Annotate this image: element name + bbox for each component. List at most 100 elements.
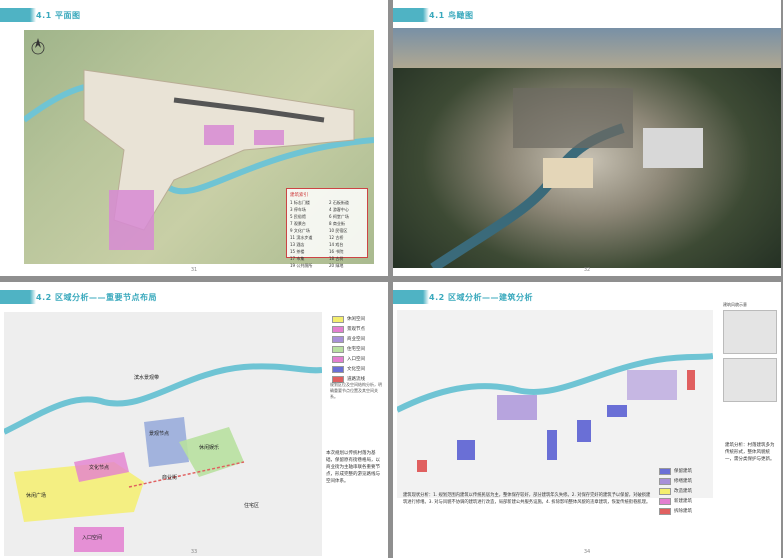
pink-block-shape — [254, 130, 284, 145]
page-title: 4.2 区域分析——建筑分析 — [429, 292, 533, 302]
plaza-shape — [643, 128, 703, 168]
page-number: 32 — [583, 267, 591, 273]
village-roofs-shape — [513, 88, 633, 148]
legend-note: 规划区位及空间结构分析，明确重要节点位置及其空间关系。 — [330, 382, 382, 399]
building-block-shape — [457, 440, 475, 460]
legend-item: 1 标志门楼 — [290, 200, 310, 205]
legend-swatch — [659, 487, 671, 495]
legend-label: 修缮建筑 — [674, 479, 692, 484]
legend-swatch — [332, 325, 344, 333]
page-header: 4.2 区域分析——重要节点布局 — [0, 290, 157, 304]
building-block-shape — [417, 460, 427, 472]
legend-item: 11 滨水步道 — [290, 235, 313, 240]
map-label: 滨水景观带 — [134, 375, 160, 381]
page-building-analysis: 4.2 区域分析——建筑分析 保留建筑修缮建筑改造建筑新建建筑拆除建筑 建筑现状… — [393, 282, 781, 558]
side-thumbnail — [723, 310, 777, 354]
building-block-shape — [687, 370, 695, 390]
page-number: 33 — [190, 549, 198, 555]
legend-label: 商业空间 — [347, 337, 365, 342]
legend-item: 18 古树 — [329, 256, 344, 261]
aerial-render-image — [393, 28, 781, 268]
legend-label: 改造建筑 — [674, 489, 692, 494]
legend-item: 景观节点 — [332, 324, 384, 334]
building-block-shape — [607, 405, 627, 417]
legend-swatch — [659, 467, 671, 475]
page-node-layout: 4.2 区域分析——重要节点布局 滨水景观带 休闲娱乐 景观节点 文化节点 入口… — [0, 282, 388, 558]
pink-block-shape — [204, 125, 234, 145]
legend-swatch — [332, 365, 344, 373]
legend-swatch — [659, 477, 671, 485]
legend-item: 13 酒店 — [290, 242, 305, 247]
legend-label: 入口空间 — [347, 357, 365, 362]
legend-label: 休闲空间 — [347, 317, 365, 322]
building-cluster-shape — [497, 395, 537, 420]
legend-item: 16 书院 — [329, 249, 344, 254]
legend-label: 保留建筑 — [674, 469, 692, 474]
legend-item: 保留建筑 — [659, 466, 711, 476]
legend-item: 商业空间 — [332, 334, 384, 344]
page-header: 4.2 区域分析——建筑分析 — [393, 290, 533, 304]
legend-item: 2 石板街道 — [329, 200, 349, 205]
legend-swatch — [659, 507, 671, 515]
site-plan-map: 建筑索引 1 标志门楼 2 石板街道 3 停车场 4 游客中心 5 民俗馆 6 祠堂广场 7… — [22, 30, 375, 268]
legend-item: 住宅空间 — [332, 344, 384, 354]
legend-item: 文化空间 — [332, 364, 384, 374]
side-panel: 建筑风貌示意 — [723, 302, 777, 406]
map-legend: 休闲空间 景观节点 商业空间 住宅空间 入口空间 文化空间 道路流线 — [332, 314, 384, 384]
legend-title: 建筑索引 — [290, 193, 308, 198]
side-text: 建筑分析：村落建筑多为传统形式，整体风貌统一，需分类保护与更新。 — [725, 443, 775, 462]
body-text: 建筑现状分析：1. 规划范围内建筑以传统民居为主，整体保存较好，部分建筑年久失修… — [403, 493, 651, 505]
legend-item: 14 戏台 — [329, 242, 344, 247]
legend-label: 文化空间 — [347, 367, 365, 372]
page-number: 31 — [190, 267, 198, 273]
map-label: 文化节点 — [89, 465, 110, 471]
header-accent-tab — [0, 290, 30, 304]
legend-item: 入口空间 — [332, 354, 384, 364]
page-title: 4.2 区域分析——重要节点布局 — [36, 292, 157, 302]
document-spread: 4.1 平面图 建筑索引 1 标志门楼 2 石板街道 3 停车场 4 游客中心 5 民俗… — [0, 0, 783, 558]
pink-district-shape — [109, 190, 154, 250]
route-line-shape — [128, 461, 245, 488]
legend-item: 15 茶楼 — [290, 249, 305, 254]
north-arrow-pointer — [35, 38, 41, 48]
legend-item: 6 祠堂广场 — [329, 214, 349, 219]
map-label: 休闲广场 — [26, 493, 47, 499]
node-layout-map: 滨水景观带 休闲娱乐 景观节点 文化节点 入口空间 商业街 休闲广场 住宅区 — [2, 312, 323, 556]
header-accent-tab — [393, 290, 423, 304]
header-accent-tab — [0, 8, 30, 22]
page-header: 4.1 平面图 — [0, 8, 80, 22]
legend-swatch — [332, 345, 344, 353]
legend-item: 改造建筑 — [659, 486, 711, 496]
page-plan: 4.1 平面图 建筑索引 1 标志门楼 2 石板街道 3 停车场 4 游客中心 5 民俗… — [0, 0, 388, 276]
aerial-drawing — [430, 88, 703, 268]
legend-item: 4 游客中心 — [329, 207, 349, 212]
legend-item: 新建建筑 — [659, 496, 711, 506]
map-label: 入口空间 — [82, 535, 103, 541]
map-label: 住宅区 — [244, 503, 260, 509]
legend-label: 新建建筑 — [674, 499, 692, 504]
building-cluster-shape — [627, 370, 677, 400]
legend-item: 修缮建筑 — [659, 476, 711, 486]
legend-item: 12 古桥 — [329, 235, 344, 240]
legend-item: 7 观景台 — [290, 221, 306, 226]
page-title: 4.1 平面图 — [36, 10, 81, 20]
map-label: 休闲娱乐 — [199, 445, 220, 451]
legend-label: 拆除建筑 — [674, 509, 692, 514]
legend-label: 景观节点 — [347, 327, 365, 332]
legend-swatch — [659, 497, 671, 505]
page-header: 4.1 鸟瞰图 — [393, 8, 473, 22]
body-text: 本次规划以传统村落为基础，保留原有街巷格局，以商业街为主轴串联各重要节点，形成完… — [326, 451, 380, 484]
river-shape — [430, 123, 625, 268]
building-block-shape — [577, 420, 591, 442]
legend-item: 17 市集 — [290, 256, 305, 261]
legend-item: 休闲空间 — [332, 314, 384, 324]
legend-item: 拆除建筑 — [659, 506, 711, 516]
map-legend: 建筑索引 1 标志门楼 2 石板街道 3 停车场 4 游客中心 5 民俗馆 6 祠堂广场 7… — [286, 188, 368, 268]
page-title: 4.1 鸟瞰图 — [429, 10, 474, 20]
legend-swatch — [332, 315, 344, 323]
main-building-shape — [543, 158, 593, 188]
legend-swatch — [332, 335, 344, 343]
legend-label: 住宅空间 — [347, 347, 365, 352]
side-thumbnail — [723, 358, 777, 402]
legend-grid: 1 标志门楼 2 石板街道 3 停车场 4 游客中心 5 民俗馆 6 祠堂广场 7 观景台 8… — [290, 200, 364, 269]
